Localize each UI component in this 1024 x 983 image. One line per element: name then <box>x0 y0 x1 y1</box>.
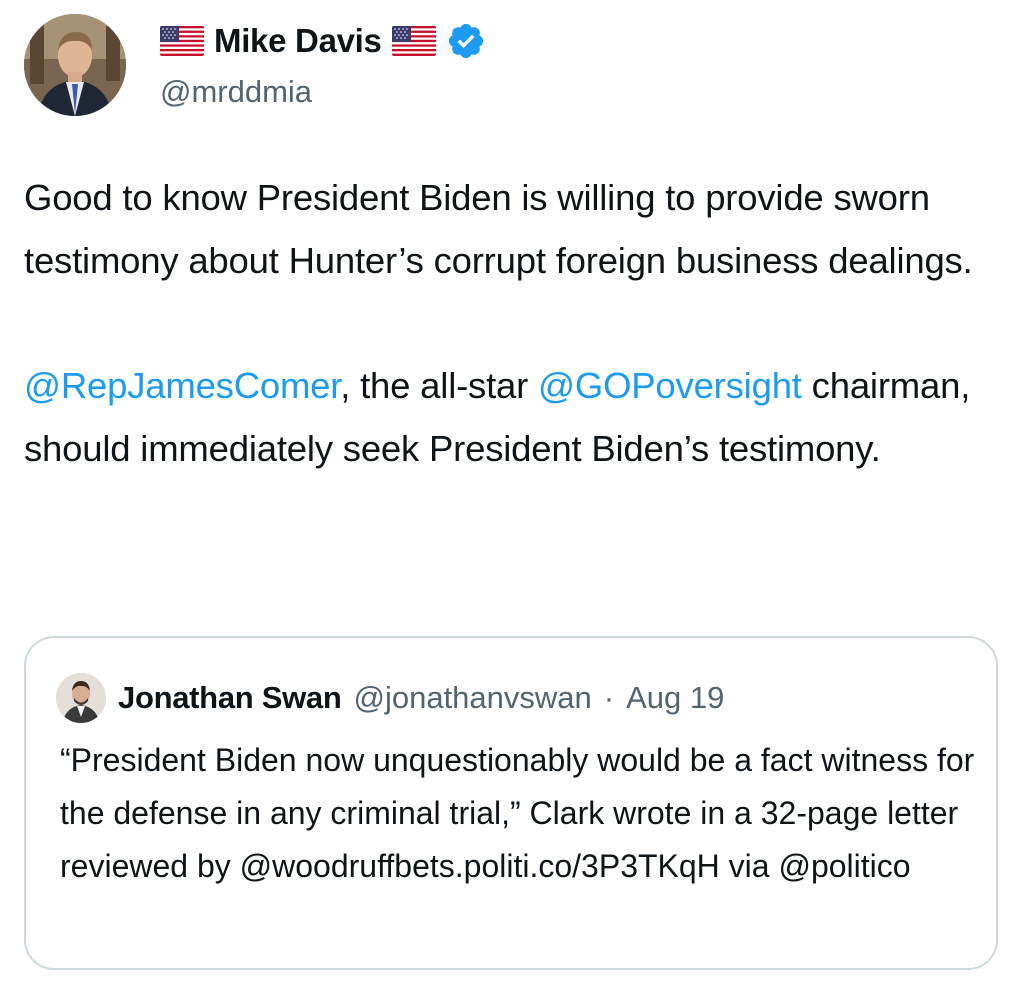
tweet-text-fragment: , the all-star <box>340 365 539 406</box>
profile-photo-icon <box>24 14 126 116</box>
quoted-tweet-text: “President Biden now unquestionably woul… <box>60 742 975 884</box>
tweet[interactable]: Mike Davis @mrddmia Good to know Preside… <box>0 0 1024 983</box>
us-flag-icon <box>160 26 204 56</box>
quoted-author-handle[interactable]: @jonathanvswan <box>353 680 591 716</box>
verified-badge-icon <box>446 21 486 61</box>
tweet-paragraph: Good to know President Biden is willing … <box>24 177 973 281</box>
author-name-row: Mike Davis <box>160 18 486 64</box>
quoted-tweet-header: Jonathan Swan @jonathanvswan · Aug 19 <box>56 672 724 724</box>
quoted-tweet-card[interactable]: Jonathan Swan @jonathanvswan · Aug 19 “P… <box>24 636 998 970</box>
profile-photo-icon <box>56 673 106 723</box>
author-avatar[interactable] <box>24 14 126 116</box>
mention-link[interactable]: @GOPoversight <box>538 365 802 406</box>
mention-link[interactable]: @RepJamesComer <box>24 365 340 406</box>
tweet-text: Good to know President Biden is willing … <box>24 166 1004 480</box>
meta-separator: · <box>603 680 615 715</box>
author-handle[interactable]: @mrddmia <box>160 74 312 110</box>
tweet-paragraph: @RepJamesComer, the all-star @GOPoversig… <box>24 354 1004 480</box>
quoted-tweet-date[interactable]: Aug 19 <box>626 680 724 716</box>
quoted-author-name[interactable]: Jonathan Swan <box>118 680 342 716</box>
quoted-author-avatar[interactable] <box>56 673 106 723</box>
author-display-name[interactable]: Mike Davis <box>214 22 382 60</box>
us-flag-icon <box>391 26 436 56</box>
